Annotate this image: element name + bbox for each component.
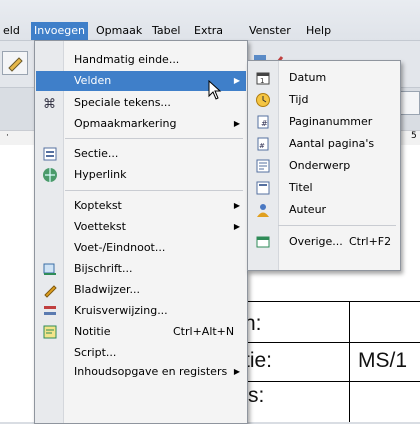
submenu-arrow-icon: ▶ xyxy=(233,201,240,210)
menu-item-shortcut: Ctrl+Alt+N xyxy=(173,325,235,338)
menu-item-label: Script... xyxy=(74,346,117,359)
svg-text:#: # xyxy=(261,119,268,128)
ruler-number: 5 xyxy=(411,131,417,141)
svg-text:#: # xyxy=(259,142,265,150)
menu-format[interactable]: Opmaak xyxy=(93,22,145,40)
menu-item-label: Tijd xyxy=(289,93,309,106)
menu-item-manual-break[interactable]: Handmatig einde... xyxy=(36,50,246,70)
table-border-top xyxy=(240,301,420,302)
menu-item-label: Handmatig einde... xyxy=(74,53,180,66)
submenu-item-author[interactable]: Auteur xyxy=(249,200,399,220)
menu-item-note[interactable]: Notitie Ctrl+Alt+N xyxy=(36,322,246,342)
menu-tools[interactable]: Extra xyxy=(191,22,226,40)
table-border-middle xyxy=(240,342,420,343)
menu-item-label: Aantal pagina's xyxy=(289,137,375,150)
calendar-icon: 1 xyxy=(256,72,270,85)
menu-bar: eld Invoegen Opmaak Tabel Extra Venster … xyxy=(0,0,420,41)
menu-item-footer[interactable]: Voettekst ▶ xyxy=(36,217,246,237)
menu-item-label: Auteur xyxy=(289,203,327,216)
special-chars-icon: ⌘ xyxy=(43,97,56,111)
submenu-arrow-icon: ▶ xyxy=(233,119,240,128)
submenu-item-other[interactable]: Overige... Ctrl+F2 xyxy=(249,232,399,252)
submenu-item-time[interactable]: Tijd xyxy=(249,90,399,110)
menu-window[interactable]: Venster xyxy=(246,22,294,40)
menu-item-cross-reference[interactable]: Kruisverwijzing... xyxy=(36,301,246,321)
menu-item-formatting-mark[interactable]: Opmaakmarkering ▶ xyxy=(36,114,246,134)
submenu-arrow-icon: ▶ xyxy=(233,222,240,231)
menu-item-label: Sectie... xyxy=(74,147,119,160)
menu-separator xyxy=(65,190,243,191)
submenu-item-date[interactable]: 1 Datum xyxy=(249,68,399,88)
toolbar-edge-button[interactable] xyxy=(400,91,420,115)
menu-item-label: Hyperlink xyxy=(74,168,127,181)
menu-item-bookmark[interactable]: Bladwijzer... xyxy=(36,280,246,300)
submenu-item-title[interactable]: Titel xyxy=(249,178,399,198)
cross-reference-icon xyxy=(44,306,56,315)
hyperlink-icon xyxy=(43,168,57,182)
menu-item-indexes[interactable]: Inhoudsopgave en registers ▶ xyxy=(36,362,246,382)
menu-item-section[interactable]: Sectie... xyxy=(36,144,246,164)
menu-item-label: Velden xyxy=(74,74,112,87)
submenu-arrow-icon: ▶ xyxy=(233,367,240,376)
menu-item-label: Speciale tekens... xyxy=(74,96,171,109)
menu-item-label: Bijschrift... xyxy=(74,262,133,275)
menu-item-caption[interactable]: Bijschrift... xyxy=(36,259,246,279)
subject-icon xyxy=(256,159,270,173)
menu-separator xyxy=(65,138,243,139)
menu-item-label: Titel xyxy=(289,181,313,194)
menu-item-label: Voettekst xyxy=(74,220,126,233)
menu-item-label: Opmaakmarkering xyxy=(74,117,177,130)
menu-item-footnote[interactable]: Voet-/Eindnoot... xyxy=(36,238,246,258)
submenu-item-page-count[interactable]: # Aantal pagina's xyxy=(249,134,399,154)
toolbar-edit-button[interactable] xyxy=(2,51,28,75)
doc-line-2: tie: xyxy=(244,349,273,372)
menu-item-label: Kruisverwijzing... xyxy=(74,304,168,317)
svg-text:⌘: ⌘ xyxy=(43,97,56,111)
doc-cell-text: MS/1 xyxy=(358,349,408,372)
ruler-mark-left: · xyxy=(6,131,9,141)
menu-item-script[interactable]: Script... xyxy=(36,343,246,363)
menu-item-hyperlink[interactable]: Hyperlink xyxy=(36,165,246,185)
menu-item-label: Koptekst xyxy=(74,199,122,212)
menu-table[interactable]: Tabel xyxy=(149,22,183,40)
note-icon xyxy=(43,325,57,339)
caption-icon xyxy=(43,263,56,275)
author-icon xyxy=(257,204,269,217)
page-count-icon: # xyxy=(257,137,269,151)
menu-item-label: Onderwerp xyxy=(289,159,351,172)
menu-item-label: Overige... xyxy=(289,235,343,248)
menu-item-label: Voet-/Eindnoot... xyxy=(74,241,166,254)
table-border-bottom xyxy=(240,381,420,382)
menu-edit[interactable]: eld xyxy=(0,22,23,40)
page-number-icon: # xyxy=(257,115,269,129)
menu-item-label: Paginanummer xyxy=(289,115,373,128)
svg-text:1: 1 xyxy=(260,77,264,85)
menu-item-label: Inhoudsopgave en registers xyxy=(74,365,228,378)
mouse-pointer-icon xyxy=(208,80,222,100)
section-icon xyxy=(43,147,57,161)
clock-icon xyxy=(256,93,270,107)
other-fields-icon xyxy=(256,236,270,248)
menu-item-label: Notitie xyxy=(74,325,111,338)
submenu-item-subject[interactable]: Onderwerp xyxy=(249,156,399,176)
menu-item-label: Bladwijzer... xyxy=(74,283,140,296)
submenu-arrow-icon: ▶ xyxy=(233,76,240,85)
menu-help[interactable]: Help xyxy=(303,22,334,40)
menu-insert[interactable]: Invoegen xyxy=(31,22,88,40)
table-border-vertical xyxy=(349,301,350,422)
submenu-item-page-number[interactable]: # Paginanummer xyxy=(249,112,399,132)
menu-item-label: Datum xyxy=(289,71,327,84)
menu-item-shortcut: Ctrl+F2 xyxy=(349,235,392,248)
title-icon xyxy=(256,181,270,195)
menu-item-header[interactable]: Koptekst ▶ xyxy=(36,196,246,216)
menu-separator xyxy=(278,225,396,226)
fields-submenu: 1 Datum Tijd # Paginanummer # Aantal pag… xyxy=(247,60,401,271)
pencil-icon xyxy=(8,57,23,72)
bookmark-icon xyxy=(44,285,57,298)
